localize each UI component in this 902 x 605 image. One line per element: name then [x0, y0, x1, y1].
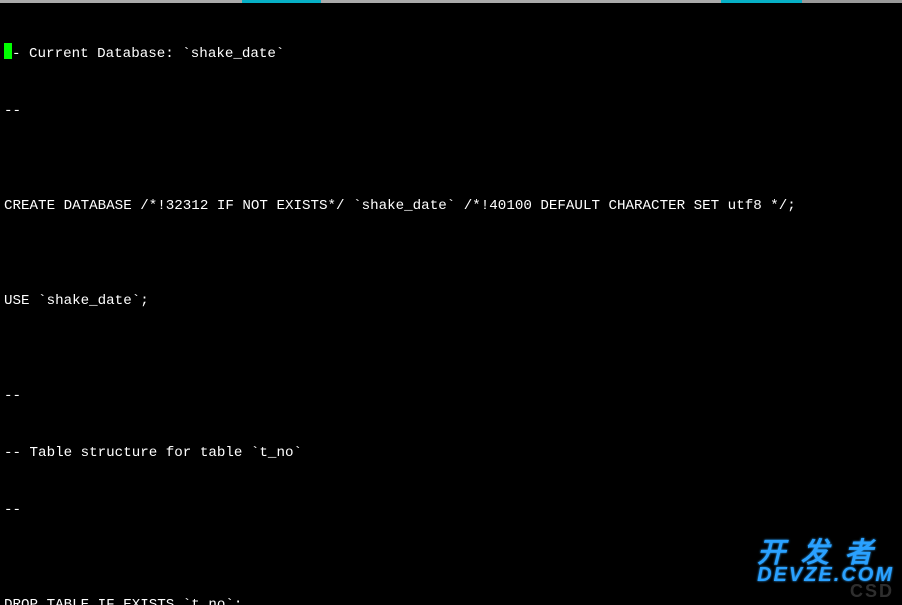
terminal-line: DROP TABLE IF EXISTS `t_no`; — [4, 596, 898, 605]
line-text: - Current Database: `shake_date` — [12, 46, 284, 62]
terminal-line: - Current Database: `shake_date` — [4, 43, 898, 64]
terminal-line: -- — [4, 501, 898, 520]
line-text: -- Table structure for table `t_no` — [4, 445, 302, 461]
terminal-line: -- — [4, 387, 898, 406]
line-text: DROP TABLE IF EXISTS `t_no`; — [4, 597, 242, 605]
terminal-line: -- — [4, 102, 898, 121]
terminal-line: USE `shake_date`; — [4, 292, 898, 311]
line-text: -- — [4, 388, 21, 404]
watermark-brand: 开 发 者 DEVZE.COM — [757, 543, 894, 585]
line-text: CREATE DATABASE /*!32312 IF NOT EXISTS*/… — [4, 198, 796, 214]
line-text: -- — [4, 103, 21, 119]
watermark-csd: CSD — [850, 582, 894, 601]
cursor-block — [4, 43, 12, 59]
line-text: USE `shake_date`; — [4, 293, 149, 309]
terminal-line: CREATE DATABASE /*!32312 IF NOT EXISTS*/… — [4, 197, 898, 216]
terminal-line: -- Table structure for table `t_no` — [4, 444, 898, 463]
terminal-output[interactable]: - Current Database: `shake_date` -- CREA… — [0, 3, 902, 605]
line-text: -- — [4, 502, 21, 518]
